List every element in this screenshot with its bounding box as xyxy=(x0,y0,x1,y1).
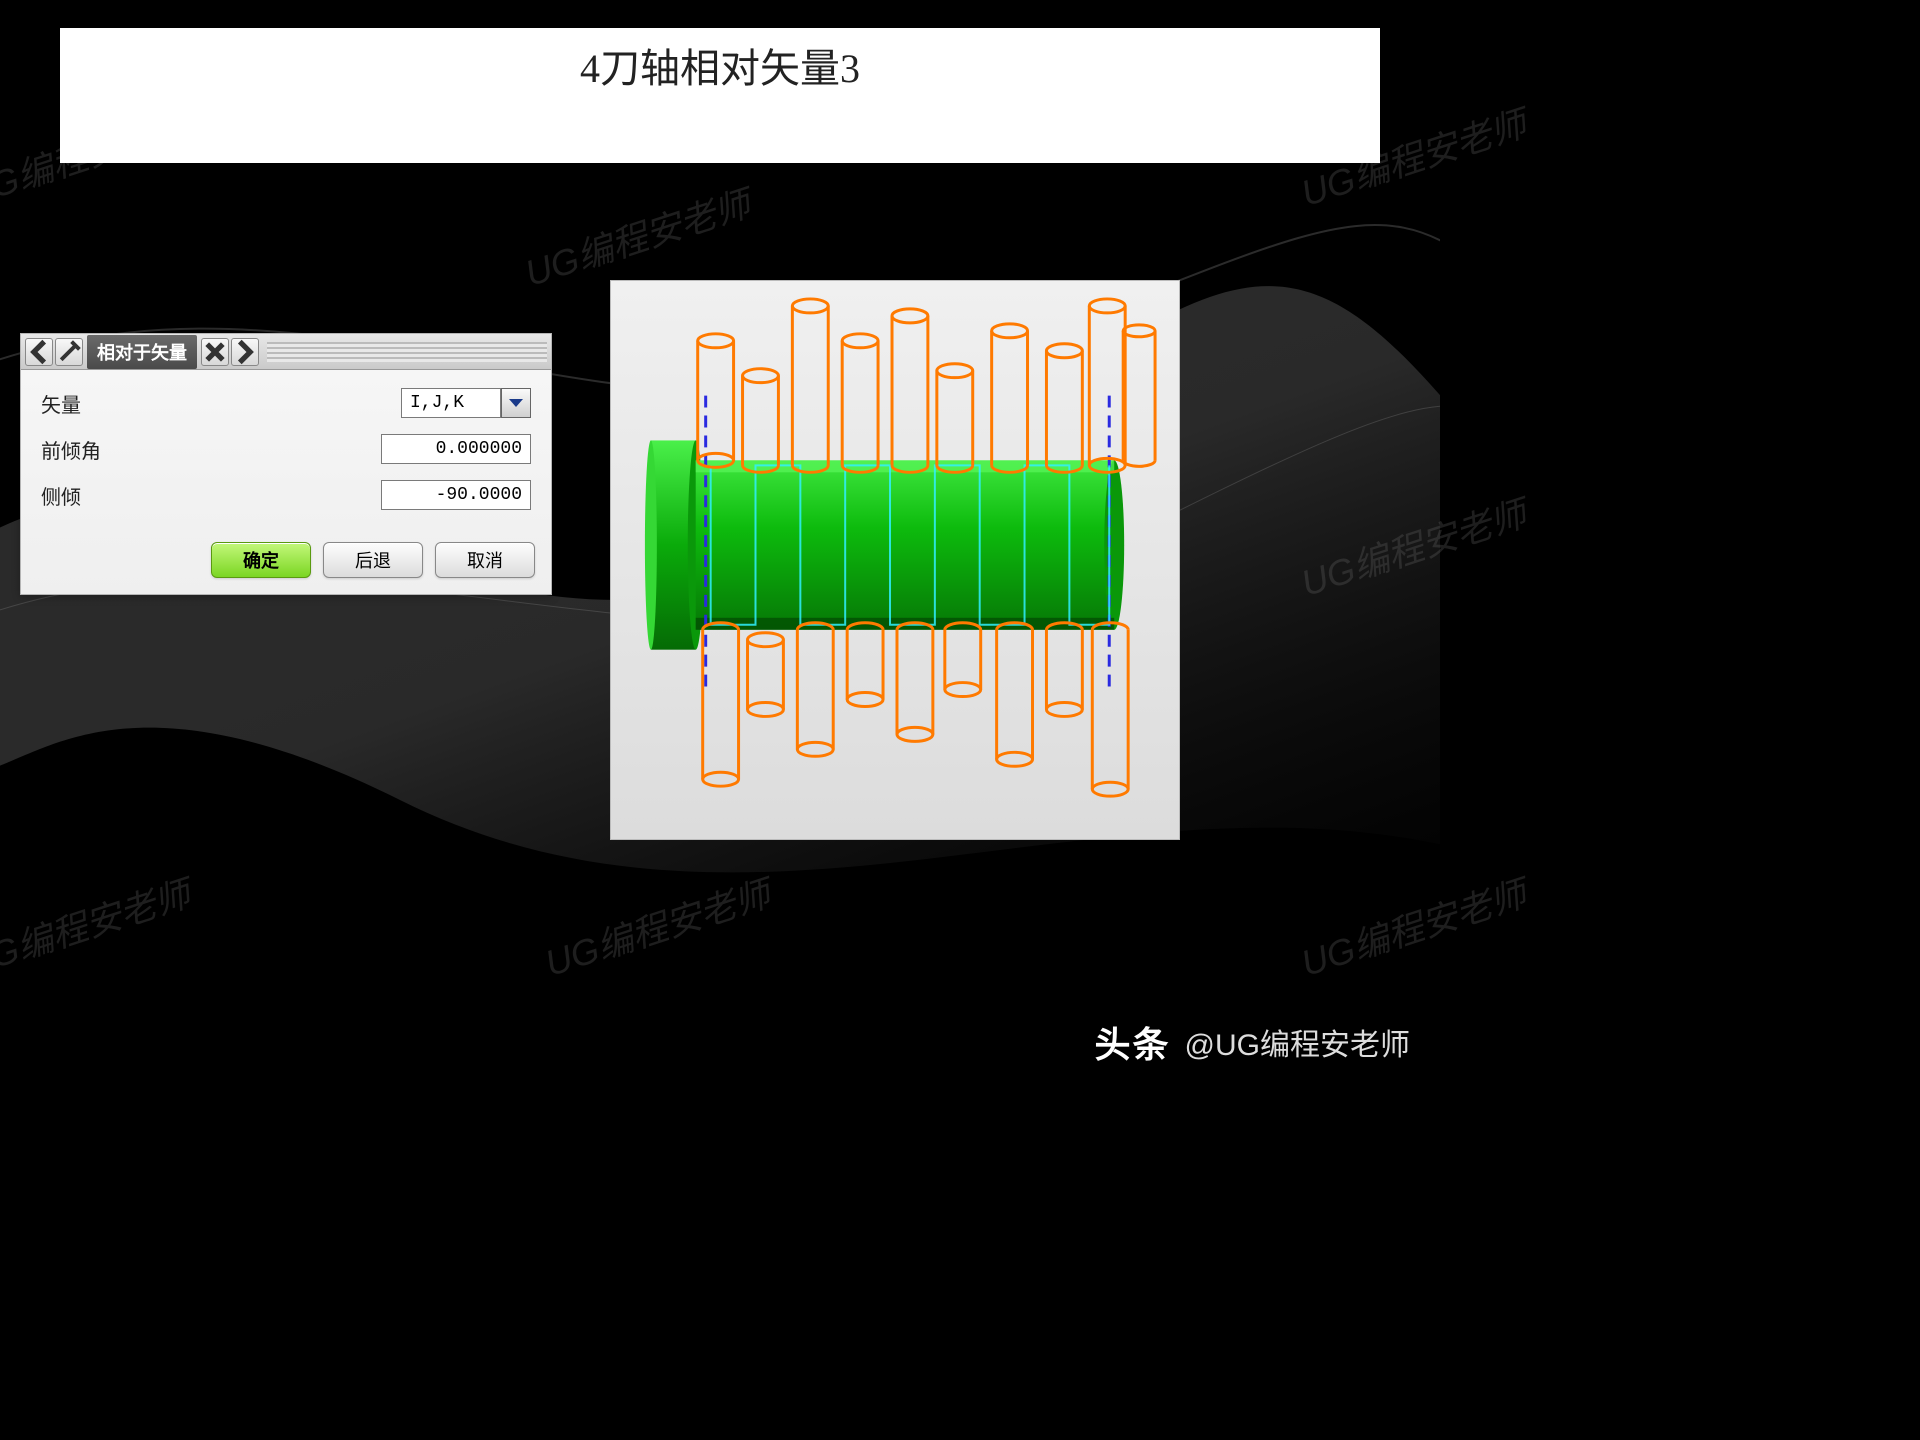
vector-combo[interactable]: I,J,K xyxy=(401,388,531,418)
footer-author: @UG编程安老师 xyxy=(1185,1020,1410,1064)
footer-brand: 头条 xyxy=(1095,1016,1171,1068)
vector-value: I,J,K xyxy=(401,388,501,418)
dialog-button-row: 确定 后退 取消 xyxy=(21,532,551,594)
vector-dropdown-button[interactable] xyxy=(501,388,531,418)
cancel-button[interactable]: 取消 xyxy=(435,542,535,578)
watermark: UG编程安老师 xyxy=(518,175,757,297)
footer-attribution: 头条 @UG编程安老师 xyxy=(1095,1016,1410,1068)
watermark: UG编程安老师 xyxy=(0,865,196,987)
header-grip[interactable] xyxy=(267,342,547,362)
tilt-angle-input[interactable] xyxy=(381,480,531,510)
slide-title-band: 4刀轴相对矢量3 xyxy=(60,28,1380,163)
back-button[interactable]: 后退 xyxy=(323,542,423,578)
dialog-title: 相对于矢量 xyxy=(87,335,197,369)
ok-button[interactable]: 确定 xyxy=(211,542,311,578)
close-button[interactable] xyxy=(201,338,229,366)
lead-angle-label: 前倾角 xyxy=(41,435,101,464)
dialog-body: 矢量 I,J,K 前倾角 侧倾 xyxy=(21,370,551,532)
vector-dialog: 相对于矢量 矢量 I,J,K 前倾角 侧倾 确定 后退 xyxy=(20,333,552,595)
tilt-angle-label: 侧倾 xyxy=(41,481,81,510)
watermark: UG编程安老师 xyxy=(1294,865,1533,987)
viewport-3d[interactable] xyxy=(610,280,1180,840)
pin-button[interactable] xyxy=(55,338,83,366)
dialog-header: 相对于矢量 xyxy=(21,334,551,370)
watermark: UG编程安老师 xyxy=(1294,485,1533,607)
lead-angle-input[interactable] xyxy=(381,434,531,464)
nav-forward-button[interactable] xyxy=(231,338,259,366)
nav-back-button[interactable] xyxy=(25,338,53,366)
vector-label: 矢量 xyxy=(41,389,81,418)
watermark: UG编程安老师 xyxy=(538,865,777,987)
slide-title: 4刀轴相对矢量3 xyxy=(580,36,860,163)
